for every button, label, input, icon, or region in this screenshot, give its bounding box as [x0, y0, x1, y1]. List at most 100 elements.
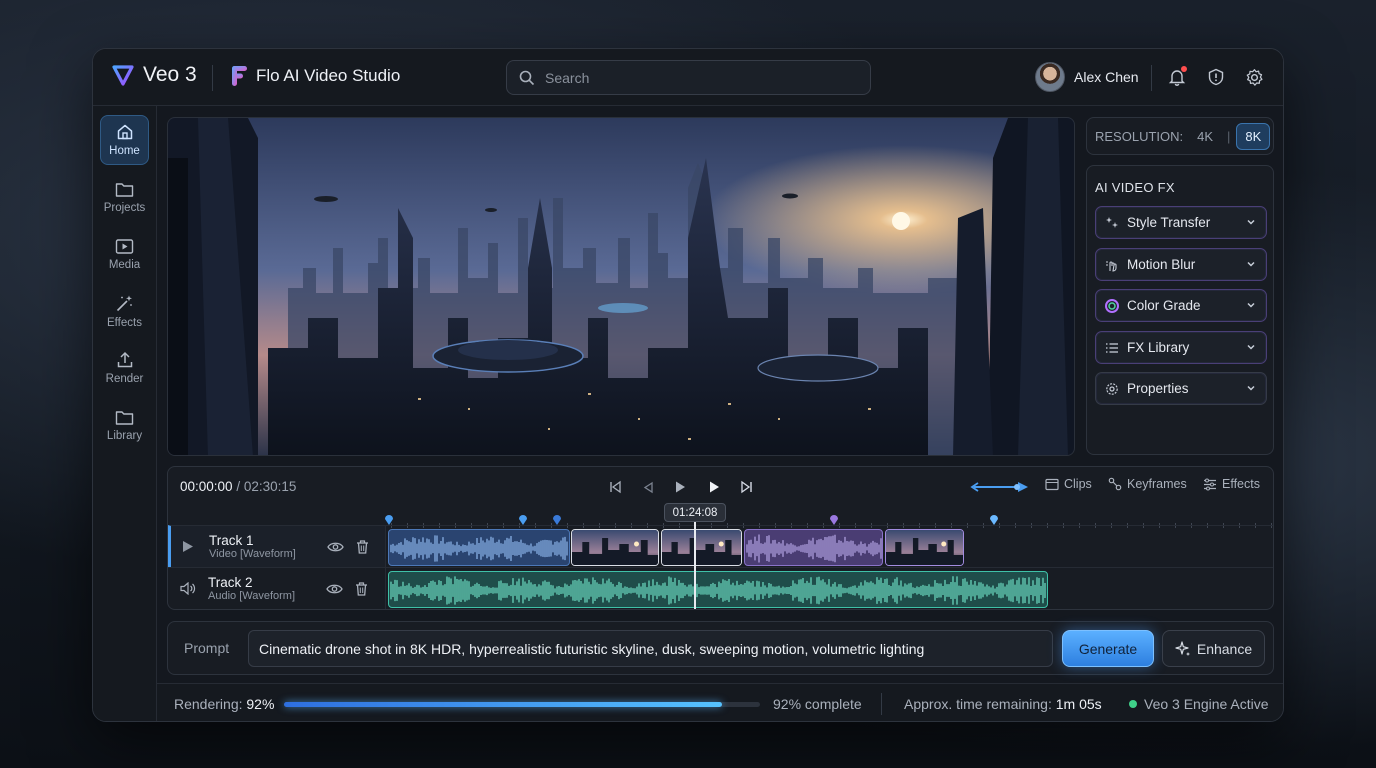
- status-separator: [881, 693, 882, 715]
- search-bar[interactable]: [506, 60, 871, 95]
- video-clip-waveform[interactable]: [744, 529, 883, 566]
- waveform-graphic: [390, 535, 568, 562]
- sidebar-item-media[interactable]: Media: [100, 229, 149, 279]
- settings-button[interactable]: [1243, 66, 1265, 88]
- marker-icon[interactable]: [990, 515, 998, 525]
- skip-end-icon: [741, 480, 752, 494]
- video-preview[interactable]: [167, 117, 1075, 456]
- notification-dot: [1181, 66, 1187, 72]
- veo-logo[interactable]: Veo 3: [111, 63, 197, 87]
- prompt-input[interactable]: [248, 630, 1053, 667]
- play-button[interactable]: [670, 477, 690, 497]
- sidebar-item-label: Render: [105, 373, 144, 385]
- eye-icon[interactable]: [327, 541, 344, 553]
- resolution-option-8k[interactable]: 8K: [1236, 122, 1271, 150]
- prompt-label: Prompt: [184, 640, 230, 656]
- play-forward-button[interactable]: [704, 477, 724, 497]
- eye-icon[interactable]: [326, 583, 343, 595]
- alert-button[interactable]: [1205, 66, 1227, 88]
- step-back-icon: [643, 481, 653, 493]
- skip-to-end-button[interactable]: [737, 477, 757, 497]
- user-profile[interactable]: Alex Chen: [1035, 62, 1139, 92]
- current-time: 00:00:00: [180, 479, 233, 494]
- playhead-time: 01:24:08: [664, 503, 726, 522]
- total-time: 02:30:15: [243, 479, 297, 494]
- generate-button[interactable]: Generate: [1062, 630, 1154, 667]
- rendering-percent: 92%: [246, 696, 275, 712]
- sidebar-item-effects[interactable]: Effects: [100, 286, 149, 336]
- fx-label: FX Library: [1127, 340, 1190, 355]
- play-icon[interactable]: [182, 540, 194, 553]
- sidebar-item-home[interactable]: Home: [100, 115, 149, 165]
- video-clip-thumbnail[interactable]: [571, 529, 659, 566]
- enhance-button[interactable]: Enhance: [1162, 630, 1265, 667]
- track-type: Audio [Waveform]: [208, 590, 296, 602]
- skip-start-icon: [610, 480, 621, 494]
- search-input[interactable]: [545, 69, 845, 86]
- home-icon: [117, 124, 132, 140]
- track-name: Track 1: [209, 533, 254, 548]
- sidebar-item-label: Media: [108, 258, 141, 271]
- tool-label: Keyframes: [1127, 477, 1187, 491]
- folder-icon: [115, 410, 134, 425]
- video-clip-thumbnail[interactable]: [885, 529, 964, 566]
- render-progress-bar: [284, 702, 760, 707]
- sparkles-icon: [1106, 216, 1118, 228]
- video-clip-waveform[interactable]: [388, 529, 570, 566]
- effects-tool[interactable]: Effects: [1203, 477, 1260, 491]
- folder-icon: [115, 182, 134, 197]
- studio-name: Flo AI Video Studio: [256, 66, 401, 85]
- avatar[interactable]: [1035, 62, 1065, 92]
- skip-to-start-button[interactable]: [605, 477, 625, 497]
- sidebar-item-projects[interactable]: Projects: [100, 172, 149, 222]
- sidebar-item-library[interactable]: Library: [100, 400, 149, 450]
- remaining-value: 1m 05s: [1055, 696, 1102, 712]
- fx-motion-blur-button[interactable]: Motion Blur: [1095, 248, 1267, 281]
- futuristic-city-frame: [168, 118, 1074, 455]
- engine-status: Veo 3 Engine Active: [1129, 696, 1269, 712]
- fx-color-grade-button[interactable]: Color Grade: [1095, 289, 1267, 322]
- time-remaining: Approx. time remaining: 1m 05s: [904, 696, 1102, 712]
- fx-properties-button[interactable]: Properties: [1095, 372, 1267, 405]
- app-window: Veo 3 Flo AI Video Studio Alex Chen: [92, 48, 1284, 722]
- sidebar-item-label: Home: [109, 145, 140, 157]
- audio-waveform-graphic: [390, 576, 1046, 605]
- motion-hand-icon: [1106, 260, 1117, 272]
- upload-icon: [117, 351, 132, 368]
- complete-text: 92% complete: [773, 696, 862, 712]
- notifications-button[interactable]: [1166, 66, 1188, 88]
- clips-tool[interactable]: Clips: [1045, 477, 1092, 491]
- resolution-option-4k[interactable]: 4K: [1189, 124, 1221, 149]
- keyframes-tool[interactable]: Keyframes: [1108, 477, 1187, 491]
- trash-icon[interactable]: [355, 581, 368, 596]
- step-back-button[interactable]: [638, 477, 658, 497]
- marker-icon[interactable]: [553, 515, 561, 525]
- marker-icon[interactable]: [519, 515, 527, 525]
- track-1-lane: [385, 525, 1273, 567]
- generate-label: Generate: [1078, 640, 1138, 657]
- track-type: Video [Waveform]: [209, 548, 296, 560]
- settings-icon: [1106, 382, 1118, 395]
- speaker-icon[interactable]: [180, 582, 196, 595]
- playhead[interactable]: [694, 521, 696, 609]
- list-icon: [1106, 342, 1118, 353]
- audio-clip[interactable]: [388, 571, 1048, 608]
- time-separator: /: [236, 479, 241, 494]
- video-clip-thumbnail[interactable]: [661, 529, 742, 566]
- zoom-slider[interactable]: [970, 480, 1030, 494]
- trash-icon[interactable]: [356, 539, 369, 554]
- fx-style-transfer-button[interactable]: Style Transfer: [1095, 206, 1267, 239]
- app-name: Veo 3: [143, 63, 197, 86]
- header-divider: [212, 65, 213, 91]
- chevron-down-icon: [1247, 344, 1255, 350]
- chevron-down-icon: [1247, 385, 1255, 391]
- track-2-header[interactable]: Track 2 Audio [Waveform]: [168, 567, 385, 609]
- marker-icon[interactable]: [830, 515, 838, 525]
- play-forward-icon: [710, 481, 719, 493]
- sidebar-item-render[interactable]: Render: [100, 343, 149, 393]
- track-1-header[interactable]: Track 1 Video [Waveform]: [168, 525, 385, 567]
- media-play-icon: [115, 238, 134, 254]
- resolution-selector: RESOLUTION: 4K | 8K: [1086, 117, 1274, 155]
- fx-library-button[interactable]: FX Library: [1095, 331, 1267, 364]
- studio-brand[interactable]: Flo AI Video Studio: [230, 65, 400, 87]
